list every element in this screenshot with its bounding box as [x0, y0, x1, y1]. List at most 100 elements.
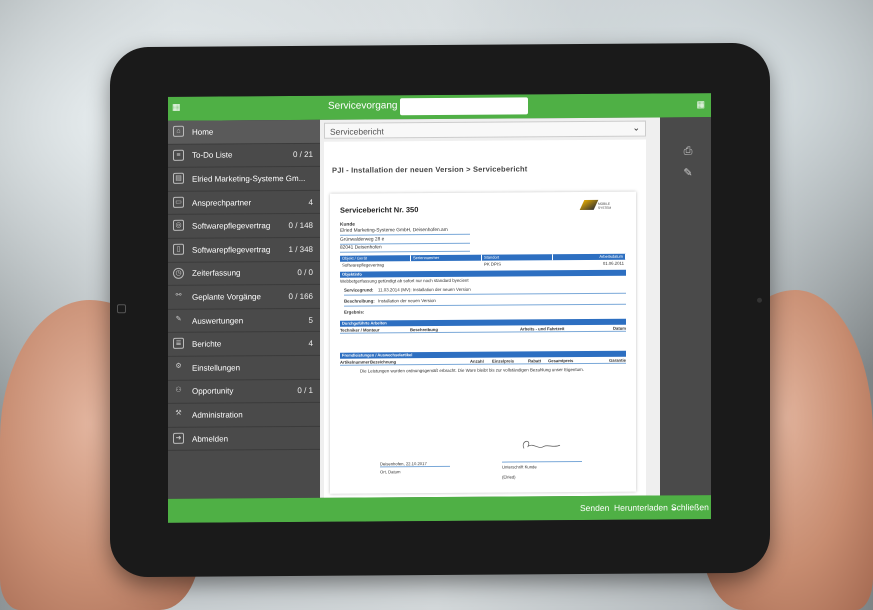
tablet-device: ▦ Servicevorgang ⌄ ▦ ⌂ Home ≡ To-Do List…: [110, 42, 770, 578]
select-value: Servicebericht: [330, 126, 384, 137]
logo-mark: [579, 199, 599, 211]
field-value: Installation der neuen Version: [378, 297, 436, 303]
sidebar-item-label: Softwarepflegevertrag: [192, 221, 271, 231]
page-title: PJI - Installation der neuen Version > S…: [332, 164, 528, 175]
customer-line-3: 82041 Deisenhofen: [340, 243, 470, 253]
signature-customer-label: Unterschrift Kunde: [502, 464, 537, 470]
sidebar-item-label: Einstellungen: [192, 363, 241, 373]
document-area[interactable]: PJI - Installation der neuen Version > S…: [324, 139, 646, 498]
company-logo: MOBILE SYSTEM: [579, 198, 622, 214]
field-label: Servicegrund:: [344, 286, 374, 293]
home-button: [117, 304, 126, 314]
sidebar-item-contacts[interactable]: ▭ Ansprechpartner 4: [168, 190, 320, 216]
grid-menu-icon[interactable]: ▦: [172, 102, 181, 112]
sidebar-item-label: Auswertungen: [192, 315, 244, 326]
sidebar-item-time[interactable]: ◷ Zeiterfassung 0 / 0: [168, 261, 320, 287]
sidebar-item-count: 4: [308, 339, 313, 349]
confirmation-text: Die Leistungen wurden ordnungsgemäß erbr…: [360, 366, 584, 374]
sidebar-item-count: 4: [308, 197, 313, 207]
signature-line: [502, 455, 582, 463]
people-icon: ⚇: [175, 386, 182, 394]
download-label: Herunterladen: [614, 502, 668, 513]
sidebar-item-label: Abmelden: [192, 433, 229, 444]
column-header: Arbeits - und Fahrtzeit: [520, 326, 565, 332]
sidebar-item-planned[interactable]: ⚯ Geplante Vorgänge 0 / 166: [168, 284, 320, 310]
sidebar-item-label: Berichte: [192, 339, 222, 349]
sidebar-item-reports[interactable]: ≣ Berichte 4: [168, 332, 320, 357]
column-header: Rabatt: [528, 358, 542, 364]
sidebar-item-count: 0 / 0: [297, 268, 313, 278]
sidebar-item-label: To-Do Liste: [192, 150, 233, 161]
sidebar-item-count: 0 / 166: [288, 291, 313, 302]
gear-icon: ⚙: [175, 362, 182, 370]
wrench-icon: ⚒: [175, 409, 182, 417]
field-label: Beschreibung:: [344, 297, 375, 304]
close-button[interactable]: Schließen: [671, 502, 709, 512]
sidebar-item-company[interactable]: ▤ Elried Marketing-Systeme Gm...: [168, 167, 320, 192]
signature-place-date-value: Deisenhofen, 22.10.2017: [380, 460, 450, 468]
context-selector[interactable]: Servicevorgang ⌄: [328, 100, 408, 111]
result-field: Ergebnis:: [344, 305, 626, 318]
sidebar-item-label: Opportunity: [192, 386, 234, 397]
bottom-bar: Senden Herunterladen ⌄ Schließen: [168, 495, 711, 523]
sidebar-item-label: Ansprechpartner: [192, 197, 252, 208]
app-screen: ▦ Servicevorgang ⌄ ▦ ⌂ Home ≡ To-Do List…: [168, 93, 711, 523]
pen-icon[interactable]: ✎: [682, 167, 694, 179]
sidebar-item-settings[interactable]: ⚙ Einstellungen: [168, 355, 320, 381]
table-cell: [411, 261, 482, 268]
send-button[interactable]: Senden: [580, 503, 609, 513]
sidebar-item-label: Elried Marketing-Systeme Gm...: [192, 173, 306, 184]
material-columns: Artikelnummer Bezeichnung Anzahl Einzelp…: [340, 356, 626, 366]
report-document: MOBILE SYSTEM Servicebericht Nr. 350 Kun…: [330, 191, 636, 494]
right-toolbar: ⎙ ✎: [660, 117, 711, 496]
camera-icon: [757, 297, 762, 303]
sidebar-item-opportunity[interactable]: ⚇ Opportunity 0 / 1: [168, 379, 320, 405]
sidebar-item-label: Zeiterfassung: [192, 268, 241, 279]
chevron-down-icon: ⌄: [632, 122, 640, 133]
print-icon[interactable]: ⎙: [682, 145, 694, 157]
main-panel: Servicebericht ⌄ PJI - Installation der …: [320, 117, 660, 498]
sidebar-item-count: 1 / 348: [288, 244, 313, 254]
signature-icon: [522, 441, 561, 449]
download-button[interactable]: Herunterladen ⌄: [614, 502, 677, 513]
signature-customer-name: (Elried): [502, 474, 516, 480]
home-icon: ⌂: [173, 125, 184, 137]
logout-icon: ➜: [173, 432, 184, 444]
sidebar-item-count: 0 / 1: [297, 386, 313, 396]
column-header: Bezeichnung: [370, 359, 397, 365]
search-input[interactable]: [400, 97, 528, 116]
sidebar-item-contract-2[interactable]: ▯ Softwarepflegevertrag 1 / 348: [168, 237, 320, 263]
sidebar-item-home[interactable]: ⌂ Home: [168, 119, 320, 145]
customer-line-1: Elried Marketing-Systeme GmbH, Deisenhof…: [340, 226, 470, 236]
apps-icon[interactable]: ▦: [696, 99, 705, 110]
column-header: Einzelpreis: [492, 358, 515, 364]
sidebar-item-admin[interactable]: ⚒ Administration: [168, 402, 320, 428]
field-value: 11.03.2014 (MV): Installation der neuen …: [378, 286, 471, 292]
report-icon: ≣: [173, 338, 184, 350]
sidebar-item-count: 5: [308, 315, 313, 325]
sidebar-item-count: 0 / 148: [288, 221, 313, 231]
pencil-icon: ✎: [175, 315, 182, 323]
sidebar-item-reports-analysis[interactable]: ✎ Auswertungen 5: [168, 308, 320, 334]
sidebar-item-contract-1[interactable]: ◎ Softwarepflegevertrag 0 / 148: [168, 214, 320, 239]
table-row: Softwarepflegevertrag PK DPIS 01.06.2011: [340, 260, 626, 269]
signature-place-date-label: Ort, Datum: [380, 469, 401, 475]
document-icon: ▯: [173, 243, 184, 255]
column-header: Datum: [612, 325, 626, 331]
field-label: Ergebnis:: [344, 309, 365, 315]
report-type-select[interactable]: Servicebericht ⌄: [324, 120, 646, 139]
building-icon: ▤: [173, 172, 184, 185]
sidebar-item-label: Softwarepflegevertrag: [192, 244, 271, 255]
sidebar-item-logout[interactable]: ➜ Abmelden: [168, 426, 320, 452]
sidebar-item-label: Geplante Vorgänge: [192, 292, 261, 302]
logo-text: MOBILE SYSTEM: [598, 201, 612, 210]
sidebar-item-label: Administration: [192, 410, 243, 420]
contact-card-icon: ▭: [173, 196, 184, 208]
column-header: Beschreibung: [410, 327, 438, 333]
sidebar-item-todo[interactable]: ≡ To-Do Liste 0 / 21: [168, 143, 320, 169]
column-header: Garantie: [609, 357, 626, 363]
column-header: Anzahl: [470, 358, 484, 364]
sidebar: ⌂ Home ≡ To-Do Liste 0 / 21 ▤ Elried Mar…: [168, 119, 320, 499]
column-header: Gesamtpreis: [548, 358, 574, 364]
column-header: Techniker / Monteur: [340, 327, 380, 333]
